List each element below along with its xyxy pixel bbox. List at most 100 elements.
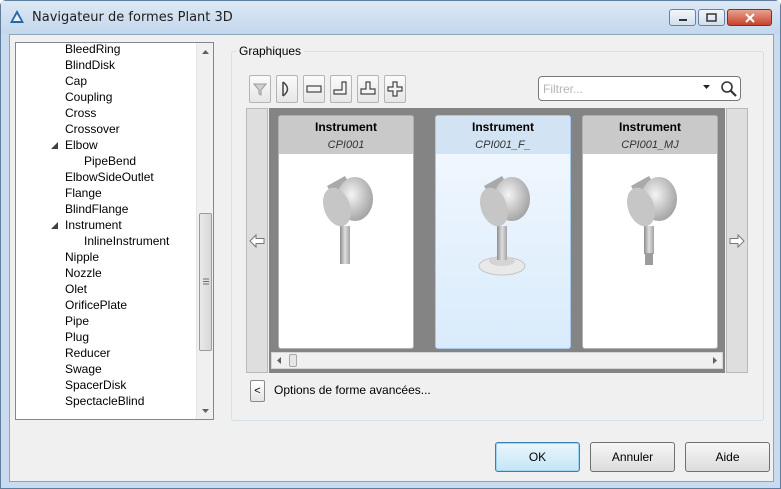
tree-item[interactable]: Cross xyxy=(65,105,96,121)
card-header: Instrument CPI001_F_ xyxy=(436,116,570,154)
search-icon[interactable] xyxy=(720,80,738,98)
tree-item[interactable]: Elbow xyxy=(51,137,98,153)
scroll-down-icon[interactable] xyxy=(197,402,213,419)
shape-filter-pipe-button[interactable] xyxy=(303,75,325,103)
filter-input[interactable]: Filtrer... xyxy=(543,82,583,96)
scroll-right-icon[interactable] xyxy=(713,357,717,364)
advanced-options-toggle[interactable]: < xyxy=(250,380,265,402)
tree-scrollbar[interactable] xyxy=(196,43,213,419)
tree-item-label: PipeBend xyxy=(84,154,137,168)
shape-tree[interactable]: BleedRing BlindDisk Cap Coupling Cross Crosso… xyxy=(15,42,214,420)
tree-item[interactable]: PipeBend xyxy=(84,153,136,169)
tree-item-label: Plug xyxy=(65,330,90,344)
tree-item[interactable]: OrificePlate xyxy=(65,297,127,313)
tree-item-label: BleedRing xyxy=(65,42,121,56)
tree-item[interactable]: Reducer xyxy=(65,345,110,361)
card-category: Instrument xyxy=(314,120,377,134)
shape-filter-tee-button[interactable] xyxy=(357,75,379,103)
cross-icon xyxy=(387,81,403,97)
tree-item[interactable]: InlineInstrument xyxy=(84,233,169,249)
tree-expanded-icon[interactable] xyxy=(51,222,58,229)
instrument-preview-image xyxy=(322,176,373,264)
tree-item-label: BlindFlange xyxy=(65,202,129,216)
ok-button[interactable]: OK xyxy=(495,442,580,472)
tree-item-label: InlineInstrument xyxy=(84,234,170,248)
tree-item[interactable]: BleedRing xyxy=(65,42,121,57)
tree-item[interactable]: Nipple xyxy=(65,249,99,265)
shape-card-cpi001[interactable]: Instrument CPI001 xyxy=(278,115,414,349)
shape-filter-cross-button[interactable] xyxy=(384,75,406,103)
scroll-left-icon[interactable] xyxy=(277,357,281,364)
tree-item[interactable]: Swage xyxy=(65,361,102,377)
tree-item-label: Flange xyxy=(65,186,102,200)
d-shape-icon xyxy=(282,81,289,97)
close-icon xyxy=(728,10,771,25)
title-bar[interactable]: Navigateur de formes Plant 3D xyxy=(1,1,780,34)
tree-item-label: Elbow xyxy=(65,138,98,152)
tee-icon xyxy=(360,81,376,95)
chevron-down-icon[interactable] xyxy=(703,85,710,89)
tree-item-label: Cross xyxy=(65,106,97,120)
tree-item[interactable]: Flange xyxy=(65,185,102,201)
cancel-button[interactable]: Annuler xyxy=(590,442,675,472)
tree-item-label: Reducer xyxy=(65,346,111,360)
card-header: Instrument CPI001_MJ xyxy=(583,116,717,154)
tree-item[interactable]: Pipe xyxy=(65,313,89,329)
shape-card-cpi001-mj[interactable]: Instrument CPI001_MJ xyxy=(582,115,718,349)
gallery-scrollbar[interactable] xyxy=(271,352,723,369)
maximize-button[interactable] xyxy=(698,9,725,26)
tree-scroll-thumb[interactable] xyxy=(199,213,212,351)
tree-item-label: SpacerDisk xyxy=(65,378,127,392)
tree-item[interactable]: Nozzle xyxy=(65,265,102,281)
tree-item-label: OrificePlate xyxy=(65,298,128,312)
help-button[interactable]: Aide xyxy=(685,442,770,472)
dialog-window: Navigateur de formes Plant 3D BleedRing … xyxy=(0,0,781,489)
gallery-previous-button[interactable] xyxy=(246,108,268,373)
tree-item[interactable]: Plug xyxy=(65,329,89,345)
minimize-button[interactable] xyxy=(669,9,696,26)
tree-item-label: Pipe xyxy=(65,314,90,328)
tree-item[interactable]: Coupling xyxy=(65,89,112,105)
scroll-up-icon[interactable] xyxy=(197,43,213,60)
tree-item-label: ElbowSideOutlet xyxy=(65,170,154,184)
tree-item-label: Swage xyxy=(65,362,102,376)
card-category: Instrument xyxy=(618,120,681,134)
shape-card-cpi001-f[interactable]: Instrument CPI001_F_ xyxy=(435,115,571,349)
gallery-scroll-thumb[interactable] xyxy=(289,354,297,367)
tree-item-label: BlindDisk xyxy=(65,58,116,72)
tree-item[interactable]: BlindDisk xyxy=(65,57,115,73)
card-name: CPI001_MJ xyxy=(621,139,679,151)
advanced-options-label[interactable]: Options de forme avancées... xyxy=(274,383,431,397)
card-name: CPI001_F_ xyxy=(475,139,531,151)
arrow-left-icon xyxy=(249,233,265,248)
tree-item[interactable]: SpacerDisk xyxy=(65,377,126,393)
instrument-preview-image xyxy=(478,176,530,276)
tree-expanded-icon[interactable] xyxy=(51,142,58,149)
autocad-app-icon xyxy=(10,10,24,23)
card-header: Instrument CPI001 xyxy=(279,116,413,154)
tree-item-label: Nozzle xyxy=(65,266,102,280)
tree-item[interactable]: SpectacleBlind xyxy=(65,393,144,409)
tree-item-label: Nipple xyxy=(65,250,100,264)
tree-item[interactable]: Cap xyxy=(65,73,87,89)
tree-item[interactable]: BlindFlange xyxy=(65,201,128,217)
shape-filter-d-button[interactable] xyxy=(276,75,298,103)
card-category: Instrument xyxy=(471,120,534,134)
close-button[interactable] xyxy=(727,9,772,26)
arrow-right-icon xyxy=(729,233,745,248)
tree-item[interactable]: Instrument xyxy=(51,217,122,233)
tree-item-label: Cap xyxy=(65,74,88,88)
instrument-preview-image xyxy=(626,176,677,265)
shape-gallery: Instrument CPI001 Instrument CPI001_F_ I… xyxy=(269,108,725,373)
gallery-next-button[interactable] xyxy=(726,108,748,373)
tree-item[interactable]: ElbowSideOutlet xyxy=(65,169,154,185)
tree-item-label: Crossover xyxy=(65,122,120,136)
tree-item[interactable]: Olet xyxy=(65,281,87,297)
elbow-icon xyxy=(333,81,347,95)
filter-toggle-button[interactable] xyxy=(249,75,271,103)
tree-item-label: Instrument xyxy=(65,218,122,232)
straight-pipe-icon xyxy=(306,85,322,93)
tree-item[interactable]: Crossover xyxy=(65,121,120,137)
filter-combobox[interactable]: Filtrer... xyxy=(538,76,741,101)
shape-filter-elbow-button[interactable] xyxy=(330,75,352,103)
